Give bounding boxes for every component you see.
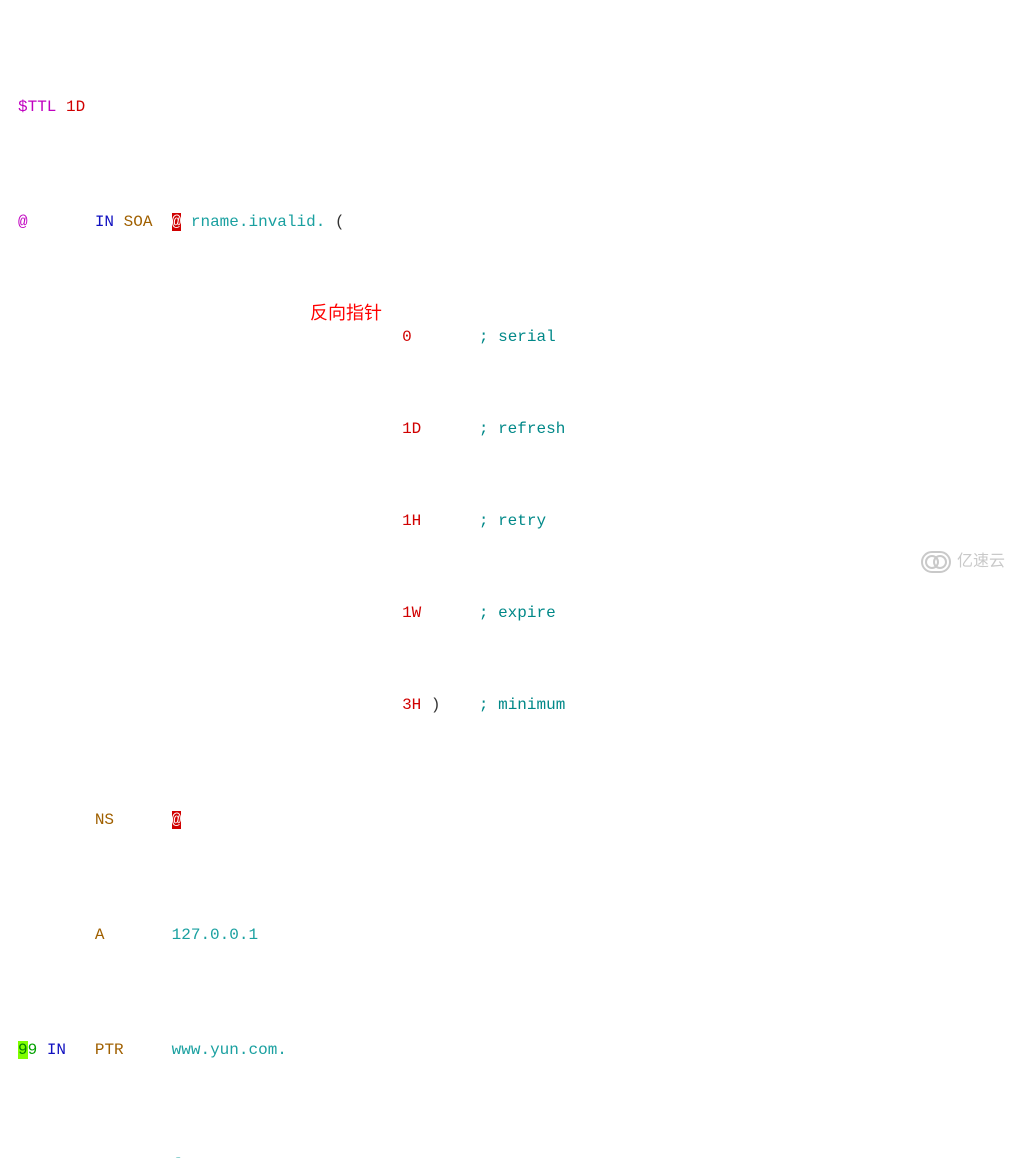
soa-close-paren: ) xyxy=(431,696,441,714)
zonefile-soa-param-refresh: 1D ; refresh xyxy=(18,418,1013,441)
ttl-value: 1D xyxy=(66,98,85,116)
zonefile-line-ttl: $TTL 1D xyxy=(18,96,1013,119)
soa-origin: @ xyxy=(18,213,28,231)
soa-mname: @ xyxy=(172,213,182,231)
soa-expire: 1W xyxy=(402,604,421,622)
soa-serial: 0 xyxy=(402,328,412,346)
zonefile-line-ptr-1: 99 IN PTR www.yun.com. xyxy=(18,1039,1013,1062)
zonefile-line-ns: NS @ xyxy=(18,809,1013,832)
zonefile-soa-param-expire: 1W ; expire xyxy=(18,602,1013,625)
zonefile-soa-param-retry: 1H ; retry xyxy=(18,510,1013,533)
soa-minimum: 3H xyxy=(402,696,421,714)
ns-type: NS xyxy=(95,811,114,829)
a-value: 127.0.0.1 xyxy=(172,926,258,944)
zonefile-line-ptr-2: 88 IN PTR fpt.yun.com. xyxy=(18,1154,1013,1158)
zonefile-line-a: A 127.0.0.1 xyxy=(18,924,1013,947)
ptr1-class: IN xyxy=(47,1041,66,1059)
ptr1-type: PTR xyxy=(95,1041,124,1059)
ptr2-class: IN xyxy=(47,1156,66,1158)
annotation-label: 反向指针 xyxy=(310,302,382,325)
zonefile-soa-param-minimum: 3H ) ; minimum xyxy=(18,694,1013,717)
soa-expire-comment: ; expire xyxy=(479,604,556,622)
vim-editor-viewport[interactable]: $TTL 1D @ IN SOA @ rname.invalid. ( 0 ; … xyxy=(0,0,1013,1158)
soa-open-paren: ( xyxy=(335,213,345,231)
soa-retry: 1H xyxy=(402,512,421,530)
soa-refresh: 1D xyxy=(402,420,421,438)
soa-rname: rname.invalid. xyxy=(191,213,325,231)
soa-class: IN xyxy=(95,213,114,231)
zonefile-line-soa: @ IN SOA @ rname.invalid. ( xyxy=(18,211,1013,234)
ptr1-value: www.yun.com. xyxy=(172,1041,287,1059)
zonefile-soa-param-serial: 0 ; serial xyxy=(18,326,1013,349)
ptr2-type: PTR xyxy=(95,1156,124,1158)
soa-minimum-comment: ; minimum xyxy=(479,696,565,714)
soa-type: SOA xyxy=(124,213,153,231)
soa-refresh-comment: ; refresh xyxy=(479,420,565,438)
soa-serial-comment: ; serial xyxy=(479,328,556,346)
ptr2-id: 88 xyxy=(18,1156,37,1158)
a-type: A xyxy=(95,926,105,944)
ttl-keyword: $TTL xyxy=(18,98,56,116)
watermark-text: 亿速云 xyxy=(957,550,1005,573)
ptr2-value: fpt.yun.com. xyxy=(172,1156,287,1158)
watermark-icon xyxy=(921,551,951,573)
soa-retry-comment: ; retry xyxy=(479,512,546,530)
cursor-cell: 9 xyxy=(18,1041,28,1059)
ptr1-id: 9 xyxy=(28,1041,38,1059)
watermark: 亿速云 xyxy=(921,550,1005,573)
ns-value: @ xyxy=(172,811,182,829)
